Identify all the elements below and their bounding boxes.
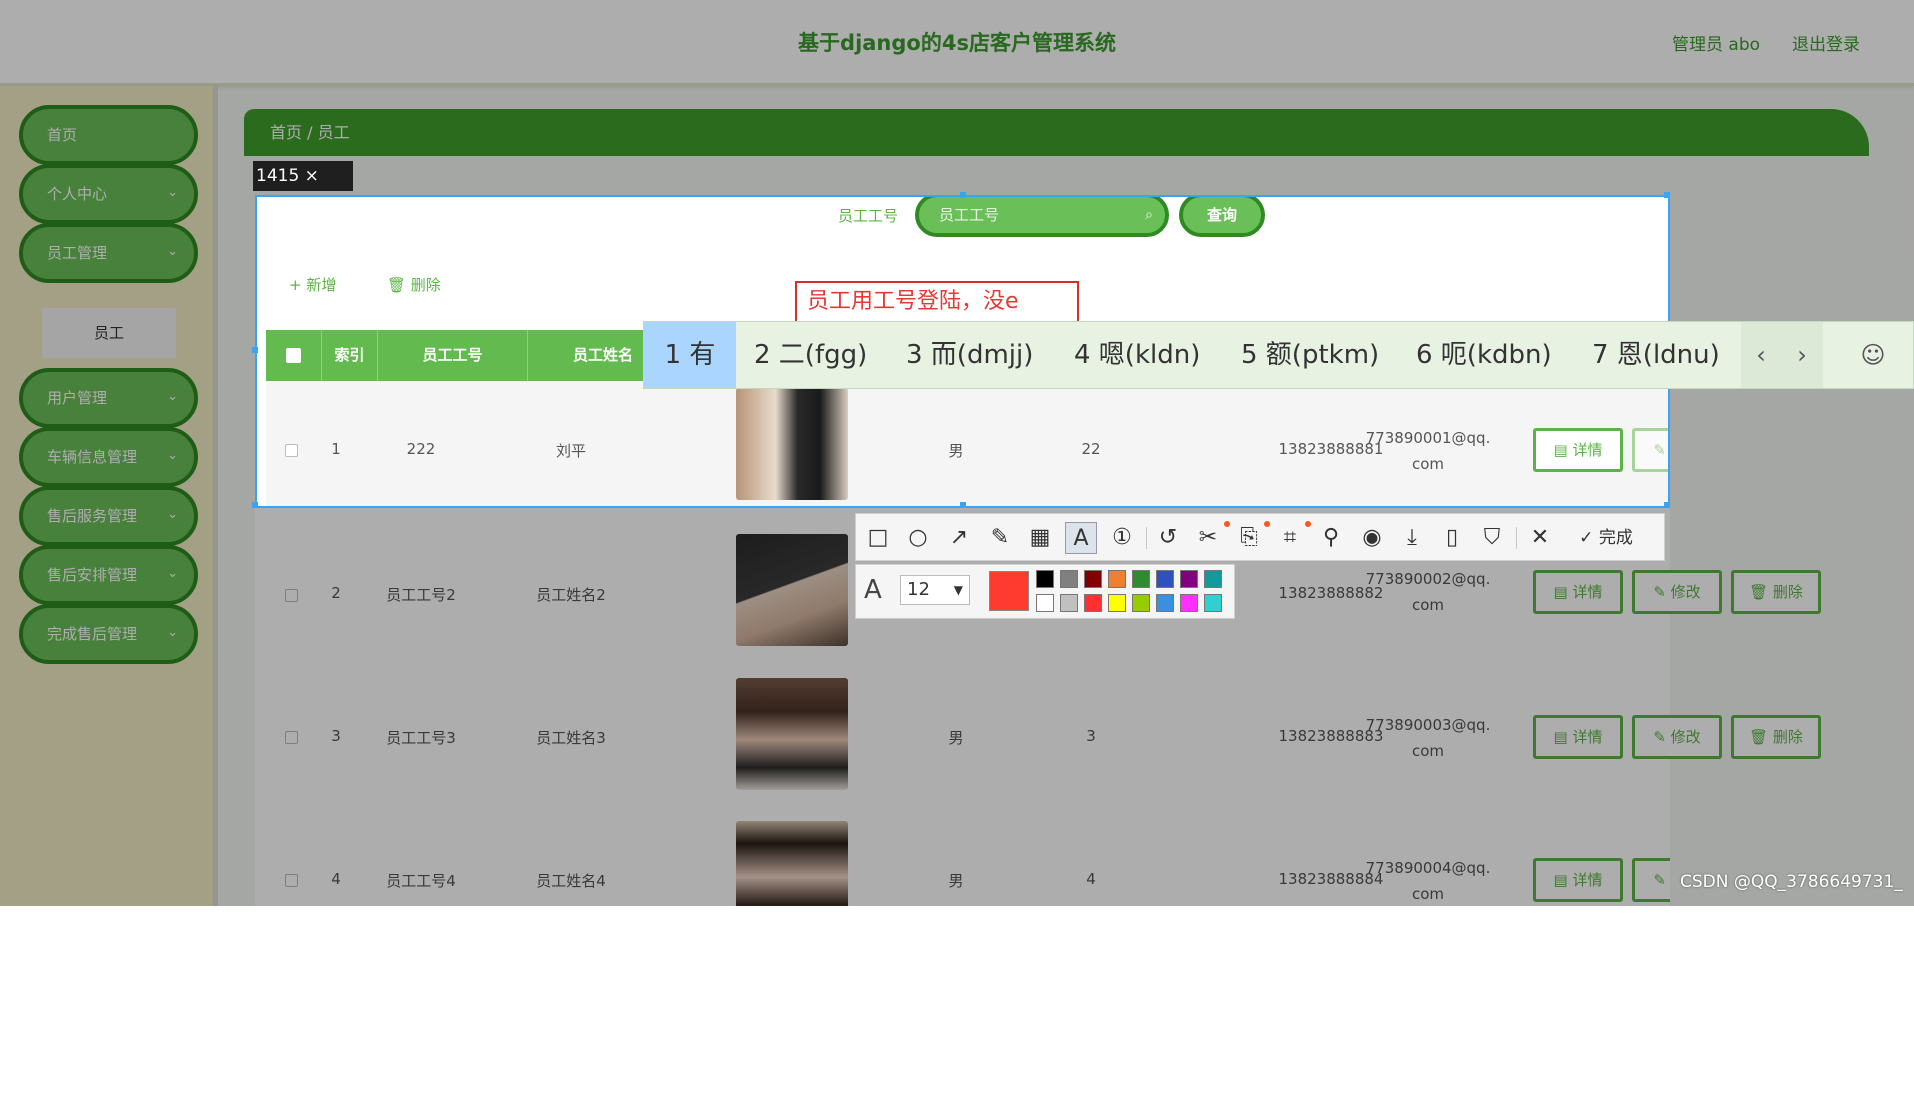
header-index: 索引 — [322, 330, 378, 381]
color-swatch[interactable] — [1132, 594, 1150, 612]
ime-next-icon[interactable]: › — [1781, 322, 1823, 388]
table-row: 1 222 刘平 男 22 13823888881 773890001@qq. c… — [266, 381, 1668, 506]
search-icon: ⌕ — [1145, 207, 1153, 223]
ime-candidate[interactable]: 7 恩(ldnu) — [1592, 322, 1720, 388]
edit-button[interactable]: ✎ 修改 — [1632, 428, 1668, 472]
row-email: 773890001@qq. com — [1365, 429, 1491, 473]
resize-handle[interactable] — [960, 502, 966, 508]
ime-candidate[interactable]: 1 有 — [644, 322, 736, 388]
phone-icon[interactable]: ▯ — [1436, 522, 1468, 554]
color-swatch[interactable] — [1156, 570, 1174, 588]
resize-handle[interactable] — [960, 192, 966, 198]
watermark: CSDN @QQ_3786649731_ — [1680, 872, 1903, 892]
arrow-icon[interactable]: ↗ — [943, 522, 975, 554]
row-age: 22 — [1081, 440, 1101, 458]
color-swatch[interactable] — [1084, 570, 1102, 588]
color-swatch[interactable] — [1132, 570, 1150, 588]
pin-icon[interactable]: ⚲ — [1315, 522, 1347, 554]
record-icon[interactable]: ◉ — [1356, 522, 1388, 554]
resize-handle[interactable] — [252, 347, 258, 353]
color-swatch[interactable] — [1060, 570, 1078, 588]
row-checkbox[interactable] — [285, 444, 298, 457]
ime-candidate[interactable]: 6 呃(kdbn) — [1416, 322, 1552, 388]
color-swatch[interactable] — [1108, 594, 1126, 612]
font-size-select[interactable]: 12 ▼ — [900, 575, 970, 605]
row-employee-no: 222 — [406, 440, 436, 458]
color-swatch[interactable] — [1204, 570, 1222, 588]
ime-candidate-bar: 1 有 2 二(fgg) 3 而(dmjj) 4 嗯(kldn) 5 额(ptk… — [643, 321, 1914, 389]
row-gender: 男 — [948, 442, 964, 460]
search-button[interactable]: 查询 — [1179, 197, 1265, 237]
color-swatch[interactable] — [1156, 594, 1174, 612]
detail-button[interactable]: ▤ 详情 — [1533, 428, 1623, 472]
resize-handle[interactable] — [1664, 502, 1670, 508]
selection-size-label: 1415 × 313 — [253, 161, 353, 216]
text-icon[interactable]: A — [1065, 522, 1097, 554]
mosaic-icon[interactable]: ▦ — [1024, 522, 1056, 554]
number-icon[interactable]: ① — [1106, 522, 1138, 554]
add-button[interactable]: + 新增 — [289, 274, 336, 295]
ime-candidate[interactable]: 4 嗯(kldn) — [1074, 322, 1200, 388]
color-swatch[interactable] — [1060, 594, 1078, 612]
color-swatch[interactable] — [1084, 594, 1102, 612]
color-swatch[interactable] — [1036, 570, 1054, 588]
close-icon[interactable]: ✕ — [1524, 522, 1556, 554]
resize-handle[interactable] — [1664, 192, 1670, 198]
done-button[interactable]: ✓ 完成 — [1566, 522, 1646, 554]
font-icon: A — [864, 575, 882, 605]
rectangle-icon[interactable]: □ — [862, 522, 894, 554]
pen-icon[interactable]: ✎ — [984, 522, 1016, 554]
color-swatch[interactable] — [1180, 594, 1198, 612]
color-swatch[interactable] — [1204, 594, 1222, 612]
search-input[interactable]: 员工工号 ⌕ — [915, 197, 1169, 237]
ime-candidate[interactable]: 2 二(fgg) — [754, 322, 867, 388]
resize-handle[interactable] — [252, 502, 258, 508]
bookmark-icon[interactable]: ⛉ — [1476, 522, 1508, 554]
ime-prev-icon[interactable]: ‹ — [1741, 322, 1781, 388]
select-all-checkbox[interactable] — [266, 330, 322, 381]
color-swatch[interactable] — [1036, 594, 1054, 612]
row-index: 1 — [331, 440, 341, 458]
employee-photo — [736, 388, 848, 500]
scissors-icon[interactable]: ✂ — [1192, 522, 1224, 554]
current-color-swatch[interactable] — [989, 571, 1029, 611]
undo-icon[interactable]: ↺ — [1152, 522, 1184, 554]
translate-icon[interactable]: ⎘ — [1233, 522, 1265, 554]
ocr-icon[interactable]: ⌗ — [1274, 522, 1306, 554]
search-label: 员工工号 — [838, 207, 899, 225]
emoji-icon[interactable]: ☺ — [1838, 322, 1908, 388]
annotation-text-input[interactable]: 员工用工号登陆，没e — [795, 281, 1079, 323]
color-swatch[interactable] — [1180, 570, 1198, 588]
screenshot-toolbar: □ ○ ↗ ✎ ▦ A ① ↺ ✂ ⎘ ⌗ ⚲ ◉ ⤓ ▯ ⛉ ✕ ✓ 完成 — [855, 513, 1665, 561]
download-icon[interactable]: ⤓ — [1396, 522, 1428, 554]
ellipse-icon[interactable]: ○ — [902, 522, 934, 554]
color-swatch[interactable] — [1108, 570, 1126, 588]
batch-delete-button[interactable]: 🗑 删除 — [387, 274, 441, 295]
row-employee-name: 刘平 — [555, 442, 586, 460]
header-employee-no: 员工工号 — [378, 330, 528, 381]
dropdown-arrow-icon: ▼ — [953, 583, 963, 597]
ime-candidate[interactable]: 3 而(dmjj) — [906, 322, 1033, 388]
app-window: 基于django的4s店客户管理系统 管理员 abo 退出登录 首页 个人中心 ⌄… — [0, 0, 1914, 1108]
ime-candidate[interactable]: 5 额(ptkm) — [1241, 322, 1379, 388]
